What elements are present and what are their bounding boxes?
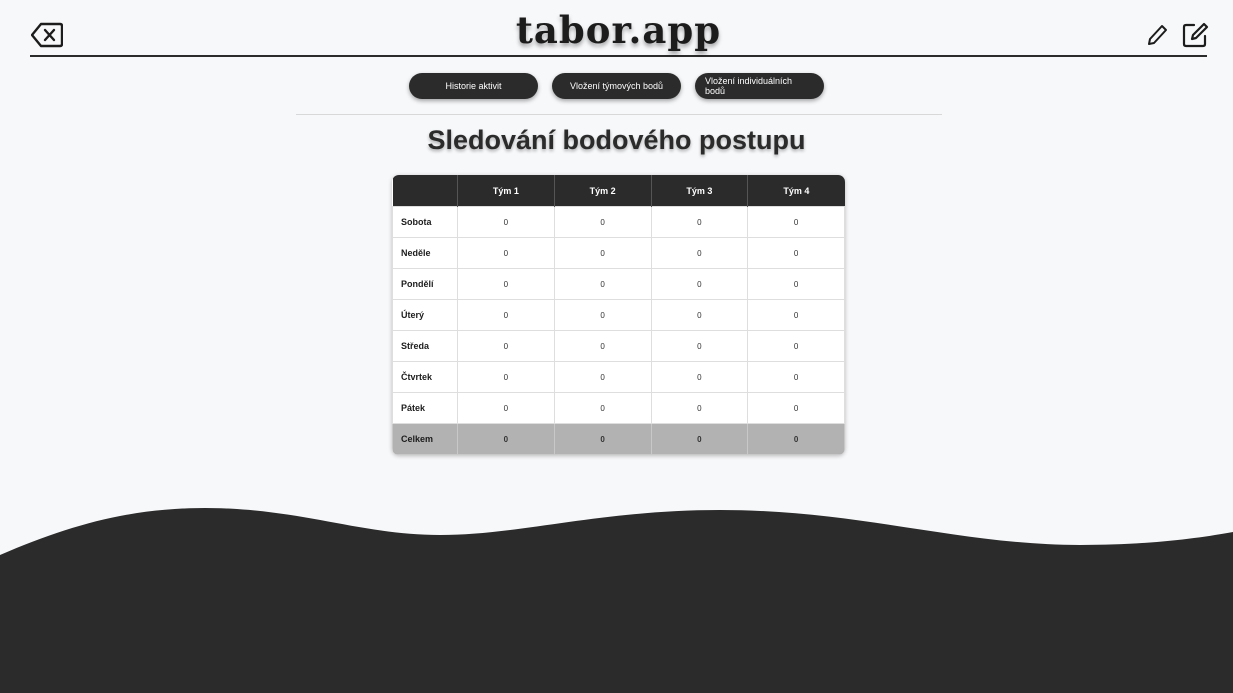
app-logo: tabor.app <box>515 8 722 52</box>
table-row: Středa 0 0 0 0 <box>392 330 845 362</box>
table-cell: 0 <box>747 361 845 393</box>
total-cell: 0 <box>553 423 652 455</box>
table-cell: 0 <box>457 237 555 269</box>
column-header <box>392 175 458 207</box>
table-cell: 0 <box>457 268 555 300</box>
column-header: Tým 3 <box>651 175 749 207</box>
table-cell: 0 <box>553 237 652 269</box>
row-label: Pondělí <box>392 268 458 300</box>
table-row: Pondělí 0 0 0 0 <box>392 268 845 300</box>
table-row: Čtvrtek 0 0 0 0 <box>392 361 845 393</box>
table-cell: 0 <box>747 392 845 424</box>
row-label: Středa <box>392 330 458 362</box>
footer-wave <box>0 508 1233 693</box>
table-row: Neděle 0 0 0 0 <box>392 237 845 269</box>
table-cell: 0 <box>747 299 845 331</box>
app-header: tabor.app <box>30 0 1209 57</box>
total-cell: 0 <box>747 423 845 455</box>
row-label: Pátek <box>392 392 458 424</box>
individual-points-button[interactable]: Vložení individuálních bodů <box>695 73 824 99</box>
column-header: Tým 4 <box>747 175 845 207</box>
table-cell: 0 <box>457 299 555 331</box>
edit-note-icon[interactable] <box>1178 20 1212 50</box>
table-row: Úterý 0 0 0 0 <box>392 299 845 331</box>
points-table: Tým 1 Tým 2 Tým 3 Tým 4 Sobota 0 0 0 0 N… <box>392 175 845 455</box>
table-cell: 0 <box>553 206 652 238</box>
total-cell: 0 <box>457 423 555 455</box>
table-cell: 0 <box>650 330 749 362</box>
divider <box>296 114 942 115</box>
table-cell: 0 <box>457 392 555 424</box>
table-cell: 0 <box>553 330 652 362</box>
table-cell: 0 <box>553 299 652 331</box>
table-cell: 0 <box>457 361 555 393</box>
table-cell: 0 <box>650 206 749 238</box>
table-cell: 0 <box>747 330 845 362</box>
table-cell: 0 <box>553 268 652 300</box>
table-cell: 0 <box>650 268 749 300</box>
total-row: Celkem 0 0 0 0 <box>392 423 845 455</box>
table-cell: 0 <box>650 299 749 331</box>
table-cell: 0 <box>747 206 845 238</box>
row-label: Sobota <box>392 206 458 238</box>
total-label: Celkem <box>392 423 458 455</box>
table-cell: 0 <box>747 237 845 269</box>
table-cell: 0 <box>650 392 749 424</box>
row-label: Úterý <box>392 299 458 331</box>
table-row: Sobota 0 0 0 0 <box>392 206 845 238</box>
team-points-button[interactable]: Vložení týmových bodů <box>552 73 681 99</box>
table-cell: 0 <box>650 237 749 269</box>
total-cell: 0 <box>650 423 749 455</box>
page-title: Sledování bodového postupu <box>427 125 806 155</box>
table-cell: 0 <box>650 361 749 393</box>
table-header-row: Tým 1 Tým 2 Tým 3 Tým 4 <box>392 175 845 207</box>
column-header: Tým 2 <box>554 175 652 207</box>
table-cell: 0 <box>747 268 845 300</box>
table-row: Pátek 0 0 0 0 <box>392 392 845 424</box>
row-label: Čtvrtek <box>392 361 458 393</box>
pencil-icon[interactable] <box>1140 20 1174 50</box>
table-cell: 0 <box>457 206 555 238</box>
table-cell: 0 <box>457 330 555 362</box>
row-label: Neděle <box>392 237 458 269</box>
column-header: Tým 1 <box>457 175 555 207</box>
history-button[interactable]: Historie aktivit <box>409 73 538 99</box>
action-tabs: Historie aktivit Vložení týmových bodů V… <box>0 73 1233 99</box>
table-cell: 0 <box>553 392 652 424</box>
table-cell: 0 <box>553 361 652 393</box>
